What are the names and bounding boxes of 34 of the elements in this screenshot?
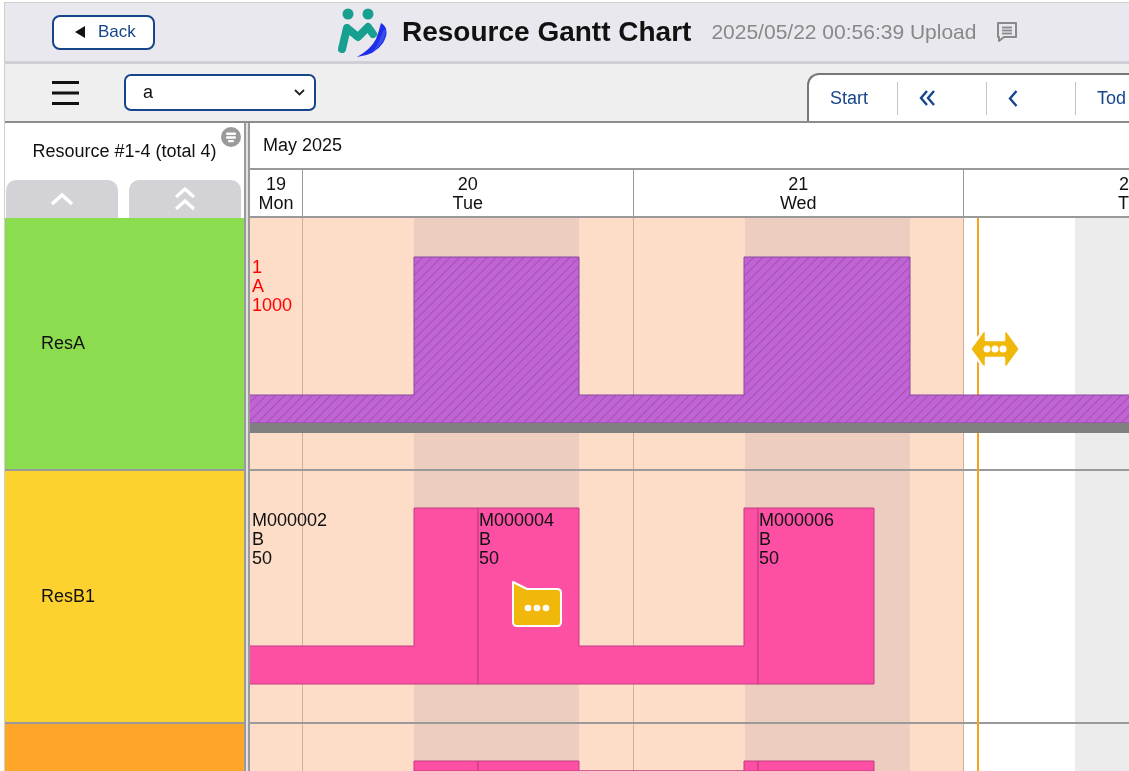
resource-label[interactable]: ResB1 [5,471,244,724]
bar-label: M000002 B 50 [252,511,328,568]
double-chevron-left-icon[interactable] [919,90,935,106]
nav-button[interactable]: Tod [1076,75,1129,121]
task-bar[interactable] [250,507,479,685]
chevron-up-icon [50,192,74,206]
caret-left-icon [75,26,85,38]
select-field[interactable]: a [124,74,316,111]
day-header: 2 T [1117,173,1129,215]
bar-label: M000006 B 50 [759,511,835,568]
nav-button[interactable]: Start [809,75,897,121]
resource-cell[interactable] [5,724,244,771]
page-title: Resource Gantt Chart [402,16,692,48]
comment-icon[interactable] [996,21,1019,43]
back-button[interactable]: Back [52,14,155,50]
task-bar[interactable] [757,507,875,685]
resource-label[interactable]: ResA [5,218,244,471]
month-label: May 2025 [263,135,343,156]
upload-timestamp: 2025/05/22 00:56:39 Upload [711,20,977,44]
task-bar[interactable] [477,507,759,685]
double-chevron-up-icon [174,187,196,211]
list-circle-icon[interactable] [221,127,241,147]
chevron-down-icon [294,89,305,96]
off-hours-band [1075,724,1129,771]
menu-icon[interactable] [52,80,79,105]
chevron-left-icon[interactable] [1008,89,1018,107]
day-header: 20 Tue [303,170,634,216]
day-header: 19 Mon [250,170,303,216]
load-area[interactable] [250,256,1129,424]
bar-label: M000004 B 50 [479,511,555,568]
logo-icon [336,6,389,58]
day-header: 21 Wed [633,170,964,216]
bar-label: 1 A 1000 [252,258,293,315]
resource-count-label: Resource #1-4 (total 4) [32,140,217,162]
